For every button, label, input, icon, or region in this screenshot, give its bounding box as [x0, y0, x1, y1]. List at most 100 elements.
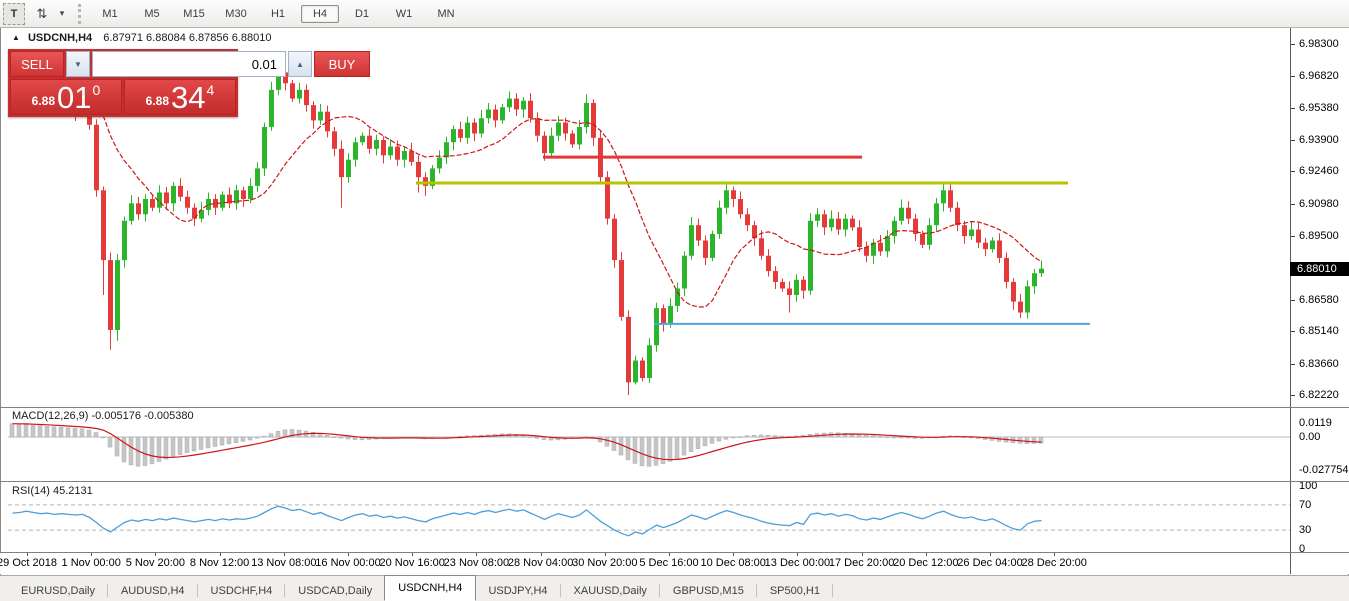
sell-button[interactable]: SELL — [10, 51, 64, 77]
time-axis-label: 17 Dec 20:00 — [829, 557, 894, 569]
macd-histogram-bar — [171, 437, 175, 457]
tab-sp500-h1[interactable]: SP500,H1 — [757, 580, 833, 601]
candle-body — [122, 221, 127, 260]
price-axis-label: 6.93900 — [1299, 134, 1339, 146]
time-axis-label: 16 Nov 00:00 — [315, 557, 380, 569]
macd-histogram-bar — [675, 437, 679, 458]
candle-body — [528, 101, 533, 118]
tab-eurusd-daily[interactable]: EURUSD,Daily — [8, 580, 108, 601]
candle-body — [724, 190, 729, 207]
candle-body — [346, 160, 351, 177]
timeframe-button-d1[interactable]: D1 — [343, 5, 381, 23]
candle-body — [465, 123, 470, 138]
candle-body — [857, 227, 862, 247]
price-axis-label: 6.90980 — [1299, 198, 1339, 210]
time-tick — [348, 553, 349, 556]
time-tick — [476, 553, 477, 556]
candle-body — [185, 197, 190, 208]
tab-audusd-h4[interactable]: AUDUSD,H4 — [108, 580, 198, 601]
timeframe-button-mn[interactable]: MN — [427, 5, 465, 23]
candle-body — [360, 136, 365, 143]
time-tick — [605, 553, 606, 556]
macd-histogram-bar — [234, 437, 238, 443]
candle-body — [745, 214, 750, 225]
candle-body — [374, 140, 379, 149]
macd-histogram-bar — [38, 426, 42, 437]
buy-price-button[interactable]: 6.88 34 4 — [124, 79, 236, 115]
chevron-down-icon[interactable]: ▾ — [56, 8, 68, 19]
collapse-triangle-icon[interactable]: ▲ — [12, 33, 20, 42]
macd-histogram-bar — [157, 437, 161, 462]
sell-price-button[interactable]: 6.88 01 0 — [10, 79, 122, 115]
macd-histogram-bar — [192, 437, 196, 451]
tab-xauusd-daily[interactable]: XAUUSD,Daily — [561, 580, 660, 601]
buy-button[interactable]: BUY — [314, 51, 370, 77]
candle-body — [437, 158, 442, 169]
timeframe-button-m5[interactable]: M5 — [133, 5, 171, 23]
candle-body — [612, 219, 617, 260]
macd-histogram-bar — [262, 436, 266, 437]
candle-body — [787, 288, 792, 295]
tab-usdchf-h4[interactable]: USDCHF,H4 — [198, 580, 286, 601]
tab-usdcnh-h4[interactable]: USDCNH,H4 — [384, 575, 476, 601]
candle-body — [388, 147, 393, 156]
timeframe-button-h4[interactable]: H4 — [301, 5, 339, 23]
timeframe-button-h1[interactable]: H1 — [259, 5, 297, 23]
volume-increase-button[interactable]: ▲ — [288, 51, 312, 77]
tab-usdjpy-h4[interactable]: USDJPY,H4 — [475, 580, 560, 601]
text-label-tool-button[interactable]: T — [3, 3, 25, 25]
macd-histogram-bar — [689, 437, 693, 452]
tab-usdcad-daily[interactable]: USDCAD,Daily — [285, 580, 385, 601]
price-axis-label: 6.96820 — [1299, 70, 1339, 82]
candle-body — [577, 127, 582, 144]
price-axis-label: 6.82220 — [1299, 389, 1339, 401]
macd-histogram-bar — [283, 430, 287, 437]
tab-gbpusd-m15[interactable]: GBPUSD,M15 — [660, 580, 757, 601]
toolbar-grip[interactable] — [78, 4, 81, 24]
candle-body — [878, 243, 883, 252]
macd-histogram-bar — [612, 437, 616, 451]
candle-body — [255, 168, 260, 185]
candle-body — [619, 260, 624, 317]
timeframe-button-m30[interactable]: M30 — [217, 5, 255, 23]
timeframe-button-m1[interactable]: M1 — [91, 5, 129, 23]
timeframe-button-w1[interactable]: W1 — [385, 5, 423, 23]
candle-body — [822, 214, 827, 227]
rsi-pane-splitter[interactable] — [0, 481, 1349, 482]
time-axis-label: 28 Dec 20:00 — [1021, 557, 1086, 569]
macd-histogram-bar — [129, 437, 133, 465]
candle-body — [549, 136, 554, 153]
timeframe-button-m15[interactable]: M15 — [175, 5, 213, 23]
price-axis-label: 6.89500 — [1299, 230, 1339, 242]
macd-histogram-bar — [640, 437, 644, 466]
arrows-sort-icon[interactable]: ⇅ — [29, 4, 55, 24]
candle-body — [906, 208, 911, 219]
time-tick — [926, 553, 927, 556]
time-axis-label: 20 Nov 16:00 — [379, 557, 444, 569]
candle-body — [899, 208, 904, 221]
macd-histogram-bar — [696, 437, 700, 449]
macd-histogram-bar — [24, 425, 28, 437]
candle-body — [409, 151, 414, 162]
candle-body — [962, 225, 967, 236]
macd-histogram-bar — [724, 437, 728, 439]
time-axis-label: 29 Oct 2018 — [0, 557, 57, 569]
candle-body — [402, 151, 407, 160]
volume-input[interactable] — [92, 51, 286, 77]
volume-decrease-button[interactable]: ▼ — [66, 51, 90, 77]
candle-body — [556, 123, 561, 136]
candle-body — [143, 199, 148, 214]
candle-body — [633, 361, 638, 383]
time-tick — [155, 553, 156, 556]
time-tick — [797, 553, 798, 556]
candle-body — [717, 208, 722, 234]
candle-body — [381, 140, 386, 155]
candle-body — [367, 136, 372, 149]
macd-pane-splitter[interactable] — [0, 407, 1349, 408]
time-tick — [27, 553, 28, 556]
macd-histogram-bar — [878, 436, 882, 437]
macd-histogram-bar — [59, 427, 63, 437]
candle-body — [514, 99, 519, 110]
candle-body — [850, 219, 855, 228]
macd-histogram-bar — [143, 437, 147, 466]
